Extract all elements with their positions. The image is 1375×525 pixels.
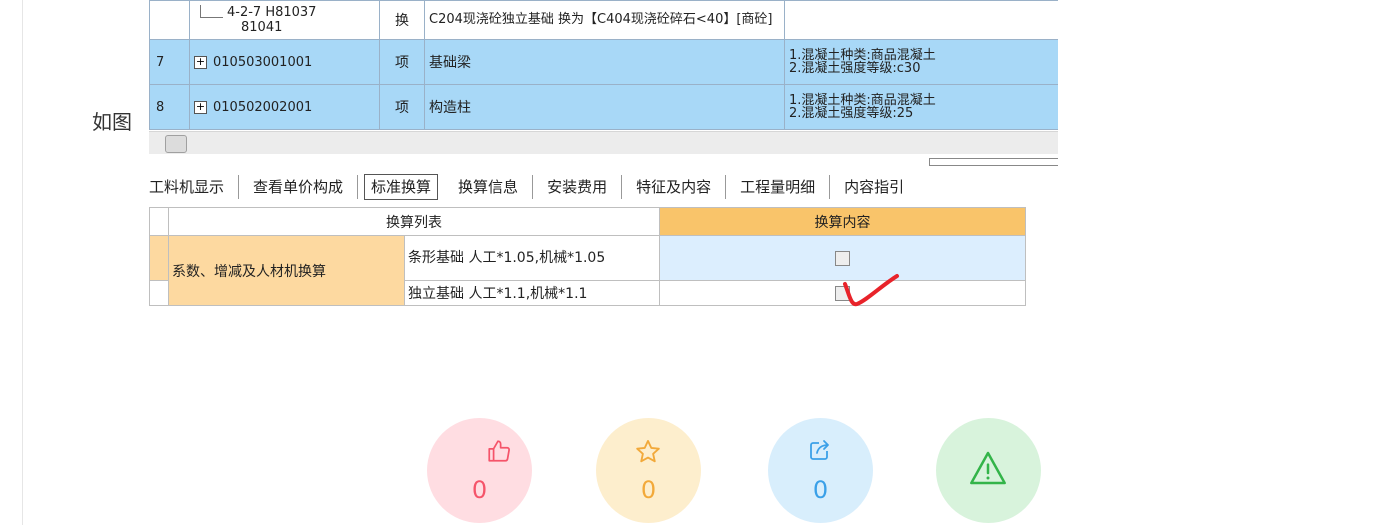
expand-plus-icon[interactable]: + — [194, 100, 207, 114]
tab-features[interactable]: 特征及内容 — [622, 175, 727, 199]
conversion-category: 系数、增减及人材机换算 — [168, 235, 405, 306]
conversion-header-row: 换算列表 换算内容 — [149, 207, 1026, 236]
row-number-cell — [149, 0, 190, 40]
favorite-count: 0 — [640, 476, 657, 504]
software-screenshot: 4-2-7 H81037 81041 换 C204现浇砼独立基础 换为【C404现… — [149, 0, 1058, 310]
content-header: 换算内容 — [659, 207, 1026, 236]
item-code: 010502002001 — [213, 99, 313, 115]
tab-installation-fee[interactable]: 安装费用 — [533, 175, 623, 199]
tree-connector — [200, 5, 223, 18]
feature-line2: 2.混凝土强度等级:c30 — [789, 61, 921, 76]
splitter-handle[interactable] — [929, 158, 1058, 166]
post-caption: 如图 — [92, 110, 132, 134]
tab-conversion-info[interactable]: 换算信息 — [444, 175, 534, 199]
share-icon — [810, 440, 829, 460]
bill-grid: 4-2-7 H81037 81041 换 C204现浇砼独立基础 换为【C404现… — [149, 0, 1058, 130]
row-number: 8 — [149, 84, 190, 130]
favorite-button[interactable]: 0 — [596, 418, 701, 523]
sub-code-cell: 4-2-7 H81037 81041 — [189, 0, 380, 40]
bottom-tab-bar: 工料机显示 查看单价构成 标准换算 换算信息 安装费用 特征及内容 工程量明细 … — [149, 170, 1058, 204]
share-count: 0 — [812, 476, 829, 504]
like-button[interactable]: 0 — [427, 418, 532, 523]
code-cell: +010503001001 — [189, 39, 380, 85]
sub-item-row[interactable]: 4-2-7 H81037 81041 换 C204现浇砼独立基础 换为【C404现… — [149, 0, 1058, 40]
thumbs-up-icon — [488, 440, 510, 462]
item-code: 010503001001 — [213, 54, 313, 70]
tab-unit-price[interactable]: 查看单价构成 — [239, 175, 359, 199]
feature-line2: 2.混凝土强度等级:25 — [789, 106, 914, 121]
star-icon — [636, 439, 660, 463]
report-button[interactable] — [936, 418, 1041, 523]
sub-code-line2: 81041 — [241, 20, 283, 35]
sub-name-cell: C204现浇砼独立基础 换为【C404现浇砼碎石<40】[商砼] — [424, 0, 785, 40]
like-count: 0 — [471, 476, 488, 504]
conversion-item-label: 条形基础 人工*1.05,机械*1.05 — [404, 235, 660, 281]
sub-feature-cell — [784, 0, 1058, 40]
unit-cell: 项 — [379, 84, 425, 130]
item-name: 构造柱 — [424, 84, 785, 130]
item-name: 基础梁 — [424, 39, 785, 85]
tab-standard-conversion[interactable]: 标准换算 — [364, 174, 439, 200]
sub-code-line1: 4-2-7 H81037 — [227, 5, 317, 20]
conversion-item-label: 独立基础 人工*1.1,机械*1.1 — [404, 280, 660, 306]
sub-type-cell: 换 — [379, 0, 425, 40]
horizontal-scrollbar[interactable] — [149, 131, 1058, 154]
checkbox[interactable] — [835, 250, 850, 266]
scrollbar-thumb[interactable] — [165, 135, 187, 153]
share-button[interactable]: 0 — [768, 418, 873, 523]
tab-quantity-detail[interactable]: 工程量明细 — [726, 175, 831, 199]
table-row[interactable]: 8 +010502002001 项 构造柱 1.混凝土种类:商品混凝土 2.混凝土… — [149, 84, 1058, 130]
feature-cell: 1.混凝土种类:商品混凝土 2.混凝土强度等级:25 — [784, 84, 1058, 130]
feature-cell: 1.混凝土种类:商品混凝土 2.混凝土强度等级:c30 — [784, 39, 1058, 85]
table-row[interactable]: 7 +010503001001 项 基础梁 1.混凝土种类:商品混凝土 2.混凝土… — [149, 39, 1058, 85]
list-header: 换算列表 — [168, 207, 660, 236]
warning-icon — [970, 451, 1006, 485]
red-checkmark-annotation-icon — [843, 274, 899, 307]
left-divider — [22, 0, 23, 525]
code-cell: +010502002001 — [189, 84, 380, 130]
row-indicator — [149, 235, 169, 281]
tab-content-guide[interactable]: 内容指引 — [830, 175, 918, 199]
tab-material-display[interactable]: 工料机显示 — [149, 175, 240, 199]
unit-cell: 项 — [379, 39, 425, 85]
row-number: 7 — [149, 39, 190, 85]
row-indicator — [149, 280, 169, 306]
expand-plus-icon[interactable]: + — [194, 55, 207, 69]
